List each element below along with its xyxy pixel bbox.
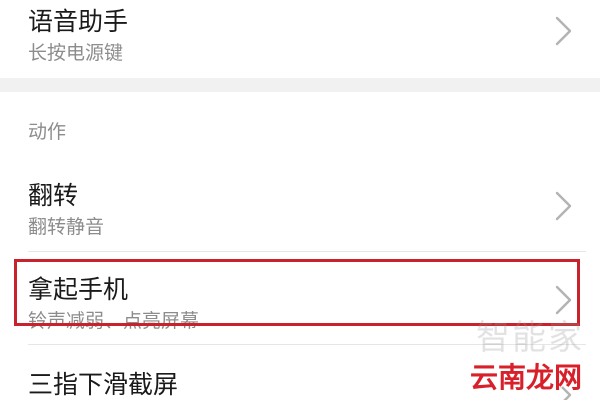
chevron-right-icon — [553, 284, 575, 316]
pick-up-phone-item[interactable]: 拿起手机 铃声减弱、点亮屏幕 — [0, 252, 600, 344]
section-label-actions: 动作 — [28, 121, 67, 143]
pick-up-phone-title: 拿起手机 — [28, 275, 129, 304]
three-finger-screenshot-item[interactable]: 三指下滑截屏 — [0, 345, 600, 400]
settings-screen: 语音助手 长按电源键 动作 翻转 翻转静音 拿起手机 铃声减弱、点亮屏幕 三指下… — [0, 0, 600, 400]
chevron-right-icon — [553, 190, 575, 222]
three-finger-screenshot-title: 三指下滑截屏 — [28, 370, 179, 399]
pick-up-phone-subtitle: 铃声减弱、点亮屏幕 — [28, 310, 200, 332]
chevron-right-icon — [553, 15, 575, 47]
flip-subtitle: 翻转静音 — [28, 216, 105, 238]
voice-assistant-item[interactable]: 语音助手 长按电源键 — [0, 0, 600, 78]
chevron-right-icon — [553, 379, 575, 400]
flip-title: 翻转 — [28, 181, 79, 210]
voice-assistant-title: 语音助手 — [28, 7, 129, 36]
voice-assistant-subtitle: 长按电源键 — [28, 42, 124, 64]
section-gap — [0, 78, 600, 92]
flip-item[interactable]: 翻转 翻转静音 — [0, 160, 600, 252]
